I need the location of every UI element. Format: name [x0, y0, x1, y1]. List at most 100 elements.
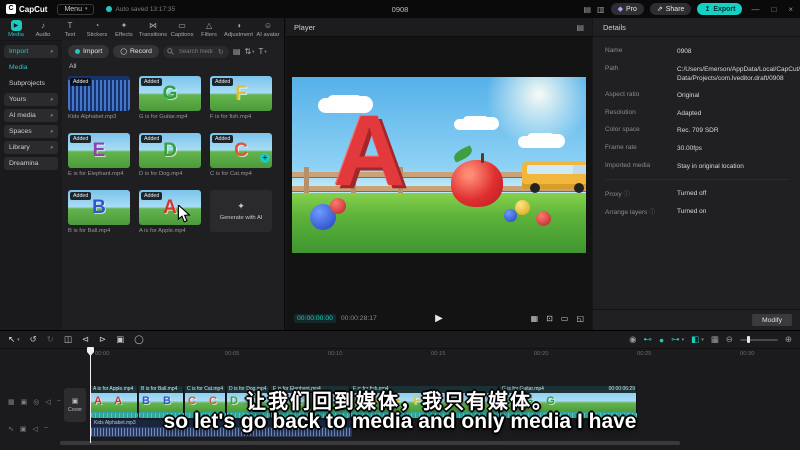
layout-icon[interactable]: ▤: [583, 5, 591, 14]
ribbon-tab[interactable]: ◔ Stickers: [85, 20, 109, 38]
timeline-tool-icon[interactable]: ◯: [134, 334, 144, 345]
timeline-option-icon[interactable]: ◉: [629, 334, 636, 345]
media-thumbnail: E Added: [68, 133, 130, 168]
ribbon-tab-icon: T: [67, 21, 73, 30]
media-tile[interactable]: Added Kids Alphabet.mp3: [68, 76, 130, 120]
menu-button[interactable]: Menu ▾: [57, 3, 95, 15]
zoom-in-icon[interactable]: ⊕: [785, 334, 792, 345]
media-tile[interactable]: A Added A is for Apple.mp4: [139, 190, 201, 234]
option-glyph: ⊶: [671, 334, 680, 344]
pro-button[interactable]: ◆ Pro: [610, 3, 644, 15]
refresh-icon[interactable]: ↻: [218, 48, 224, 56]
sidebar-item[interactable]: Import ▾: [4, 45, 58, 58]
ribbon-tab[interactable]: ♪ Audio: [31, 20, 55, 38]
ruler-time-label: 00:25: [637, 351, 652, 357]
timeline-tool-icon[interactable]: ◫: [64, 334, 72, 345]
timeline-option-icon[interactable]: ⊖: [726, 334, 733, 345]
search-box[interactable]: ↻: [162, 45, 229, 58]
timeline-option-icon[interactable]: ⊷: [644, 334, 653, 345]
minimize-button[interactable]: —: [748, 5, 762, 14]
detail-label: Arrange layers ⓘ: [605, 207, 677, 216]
capture-icon[interactable]: ▦: [531, 314, 539, 323]
sidebar-item[interactable]: Subprojects: [4, 77, 58, 90]
sidebar-item[interactable]: Dreamina: [4, 157, 58, 170]
timeline-tool-icon[interactable]: ↻: [47, 334, 54, 345]
timeline-option-icon[interactable]: ▦: [711, 334, 719, 345]
fullscreen-icon[interactable]: ◱: [576, 314, 584, 323]
maximize-button[interactable]: □: [768, 5, 779, 14]
modify-button[interactable]: Modify: [751, 314, 792, 326]
media-filename: G is for Guitar.mp4: [139, 114, 188, 120]
sidebar-item-label: Spaces: [9, 128, 32, 135]
close-button[interactable]: ×: [785, 5, 796, 14]
detail-label: Aspect ratio: [605, 91, 640, 99]
player-options-icon[interactable]: ▤: [576, 23, 584, 32]
info-icon[interactable]: ⓘ: [624, 192, 630, 198]
ribbon-tab[interactable]: ▭ Captions: [170, 20, 194, 38]
media-tile[interactable]: B Added B is for Ball.mp4: [68, 190, 130, 234]
timeline-tool-icon[interactable]: ↺: [30, 334, 37, 345]
sparkle-icon: ✦: [237, 201, 245, 211]
timeline-tool-icon[interactable]: ↖ ▾: [8, 334, 20, 345]
info-icon[interactable]: ⓘ: [649, 210, 655, 216]
added-badge: Added: [212, 78, 234, 86]
ball-blue-right: [503, 209, 517, 222]
titlebar: C CapCut Menu ▾ Auto saved 13:17:35 0908…: [0, 0, 800, 18]
record-button[interactable]: ◯ Record: [113, 45, 159, 58]
media-tile[interactable]: E Added E is for Elephant.mp4: [68, 133, 130, 177]
ribbon-tab-label: Filters: [201, 32, 217, 38]
timeline-option-icon[interactable]: ◧ ▾: [691, 334, 704, 345]
sidebar-item[interactable]: Yours ▾: [4, 93, 58, 106]
play-button[interactable]: ▶: [435, 313, 443, 324]
panel-toggle-icon[interactable]: ▥: [597, 5, 605, 14]
timeline-option-icon[interactable]: ●: [659, 335, 664, 345]
timeline-tool-icon[interactable]: ▣: [116, 334, 124, 345]
search-input[interactable]: [176, 47, 215, 56]
timeline-ruler[interactable]: 00:00 00:05 00:10 00:15 00:20 00:25 00:3…: [0, 348, 800, 361]
all-filter-label[interactable]: All: [69, 63, 284, 70]
sidebar-item[interactable]: Media: [4, 61, 58, 74]
option-glyph: ◉: [629, 334, 637, 344]
export-button[interactable]: ↥ Export: [697, 3, 743, 15]
sidebar-item[interactable]: AI media ▾: [4, 109, 58, 122]
ribbon-tab[interactable]: ▶ Media: [4, 20, 28, 38]
detail-value: Adapted: [677, 109, 702, 117]
horizontal-scrollbar[interactable]: [60, 441, 680, 445]
ribbon-tab[interactable]: ☺ AI avatar: [256, 20, 280, 38]
sort-icon[interactable]: ⇅ ▾: [244, 47, 254, 56]
timeline-tool-icon[interactable]: ⊲: [82, 334, 89, 345]
media-tile[interactable]: D Added D is for Dog.mp4: [139, 133, 201, 177]
media-tile[interactable]: G Added G is for Guitar.mp4: [139, 76, 201, 120]
share-button[interactable]: ⇗ Share: [649, 3, 692, 15]
ball-red-right: [536, 210, 552, 226]
sidebar-item[interactable]: Spaces ▾: [4, 125, 58, 138]
option-glyph: ●: [659, 334, 665, 345]
media-filename: E is for Elephant.mp4: [68, 171, 124, 177]
ribbon-tab[interactable]: T Text: [58, 20, 82, 38]
sidebar-item[interactable]: Library ▾: [4, 141, 58, 154]
export-label: Export: [713, 5, 736, 13]
view-toggle-icon[interactable]: ▤: [233, 47, 241, 56]
timeline-option-icon[interactable]: ⊶ ▾: [671, 334, 684, 345]
ribbon-tab[interactable]: ◑ Adjustment: [224, 20, 253, 38]
import-button[interactable]: Import: [68, 45, 110, 58]
zoom-slider-handle[interactable]: [746, 336, 750, 343]
media-toolbar: Import ◯ Record ↻ ▤ ⇅▾ T▾: [62, 40, 284, 60]
add-to-timeline-button[interactable]: +: [260, 153, 270, 163]
divider: [605, 179, 788, 181]
added-badge: Added: [141, 192, 163, 200]
filter-type-icon[interactable]: T ▾: [258, 47, 266, 56]
zoom-fit-icon[interactable]: ⊡: [546, 314, 553, 323]
ruler-time-label: 00:00: [95, 351, 110, 357]
ribbon-tab[interactable]: ⋈ Transitions: [139, 20, 167, 38]
timeline-tool-icon[interactable]: ⊳: [99, 334, 106, 345]
apple-stem: [480, 152, 484, 163]
ribbon-tab[interactable]: △ Filters: [197, 20, 221, 38]
media-tile[interactable]: C Added + C is for Cat.mp4: [210, 133, 272, 177]
zoom-slider[interactable]: [739, 336, 778, 343]
ratio-icon[interactable]: ▭: [561, 314, 569, 323]
media-tile[interactable]: F Added F is for fish.mp4: [210, 76, 272, 120]
media-thumbnail: B Added: [68, 190, 130, 225]
ribbon-tab[interactable]: ✦ Effects: [112, 20, 136, 38]
media-tile[interactable]: ✦ Generate with AI: [210, 190, 272, 234]
